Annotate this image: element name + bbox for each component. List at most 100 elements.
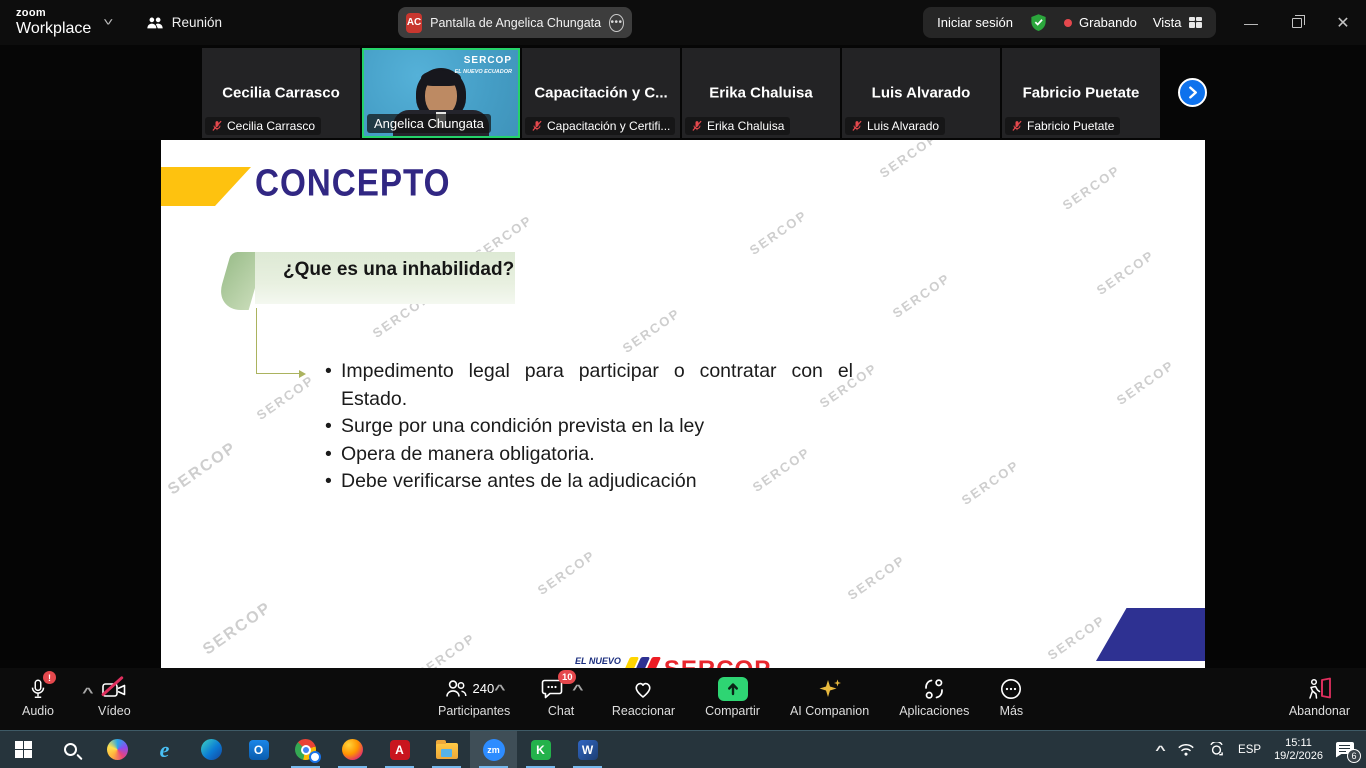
minimize-button[interactable]: — — [1228, 15, 1274, 31]
participant-label: Erika Chaluisa — [707, 119, 784, 133]
participant-name: Cecilia Carrasco — [202, 85, 360, 102]
taskbar-edge[interactable] — [188, 731, 235, 768]
bullet-item: Opera de manera obligatoria. — [341, 441, 853, 469]
taskbar-kaspersky[interactable]: K — [517, 731, 564, 768]
participant-tile[interactable]: Fabricio Puetate Fabricio Puetate — [1002, 48, 1160, 138]
reactions-button[interactable]: Reaccionar — [612, 675, 675, 718]
ai-companion-button[interactable]: AI Companion — [790, 675, 869, 718]
participant-name: Capacitación y C... — [522, 85, 680, 102]
slide-question: ¿Que es una inhabilidad? — [255, 252, 515, 281]
wifi-icon[interactable] — [1177, 742, 1195, 757]
video-button[interactable]: Vídeo — [98, 675, 131, 718]
tab-shared-screen[interactable]: AC Pantalla de Angelica Chungata ••• — [398, 7, 632, 38]
connector-line — [256, 373, 300, 374]
participant-tile[interactable]: Cecilia Carrasco Cecilia Carrasco — [202, 48, 360, 138]
participant-tile[interactable]: Luis Alvarado Luis Alvarado — [842, 48, 1000, 138]
taskbar-search[interactable] — [47, 731, 94, 768]
windows-start-icon — [15, 741, 33, 759]
zoom-app-icon: zm — [483, 739, 505, 761]
taskbar-start[interactable] — [0, 731, 47, 768]
sercop-watermark: SERCOP — [959, 457, 1022, 508]
zoom-meeting-window: zoom Workplace ˅ Reunión AC Pantalla de … — [0, 0, 1366, 768]
audio-chevron-up-icon[interactable]: ^ — [82, 685, 93, 700]
tab-options-icon[interactable]: ••• — [609, 14, 624, 32]
participant-label: Cecilia Carrasco — [227, 119, 315, 133]
taskbar-outlook[interactable]: O — [235, 731, 282, 768]
tab-meeting[interactable]: Reunión — [146, 15, 222, 31]
taskbar-zoom[interactable]: zm — [470, 731, 517, 768]
notification-count-badge: 6 — [1347, 749, 1361, 763]
taskbar-acrobat[interactable]: A — [376, 731, 423, 768]
tray-chevron-up-icon[interactable]: ^ — [1155, 743, 1166, 757]
participant-label-pill: Capacitación y Certifi... — [525, 117, 675, 135]
system-tray: ^ ESP 15:11 19/2/2026 6 — [1157, 731, 1366, 768]
apps-button[interactable]: Aplicaciones — [899, 675, 969, 718]
participant-tile[interactable]: SERCOP EL NUEVO ECUADOR Angelica Chungat… — [362, 48, 520, 138]
apps-label: Aplicaciones — [899, 704, 969, 718]
taskbar-apps: e O Azm KW — [0, 731, 611, 768]
participant-label-pill: Angelica Chungata — [367, 114, 491, 133]
sercop-watermark: SERCOP — [200, 599, 276, 659]
video-brand-subtitle: EL NUEVO ECUADOR — [455, 69, 512, 75]
tiles: Cecilia Carrasco Cecilia Carrasco SERCOP… — [202, 48, 1162, 138]
notification-center-icon[interactable]: 6 — [1336, 742, 1354, 758]
participant-label-pill: Luis Alvarado — [845, 117, 945, 135]
share-screen-icon — [718, 677, 748, 701]
leave-button[interactable]: Abandonar — [1289, 675, 1350, 718]
footer-sercop-logo: SERCOP — [664, 658, 771, 668]
recording-indicator[interactable]: Grabando — [1064, 15, 1137, 30]
chat-button[interactable]: 10 ^ Chat — [540, 675, 582, 718]
ai-companion-label: AI Companion — [790, 704, 869, 718]
language-indicator[interactable]: ESP — [1238, 744, 1261, 756]
participant-label: Luis Alvarado — [867, 119, 939, 133]
blue-corner-shape — [1096, 608, 1205, 661]
close-button[interactable]: ✕ — [1320, 13, 1366, 33]
restore-button[interactable] — [1274, 15, 1320, 31]
audio-button[interactable]: ! Audio ^ — [22, 675, 54, 718]
chat-label: Chat — [548, 704, 574, 718]
muted-mic-icon — [211, 120, 223, 132]
taskbar-firefox[interactable] — [329, 731, 376, 768]
participant-label-pill: Cecilia Carrasco — [205, 117, 321, 135]
participants-label: Participantes — [438, 704, 510, 718]
screen-recorder-icon[interactable] — [1208, 742, 1225, 757]
taskbar-file-explorer[interactable] — [423, 731, 470, 768]
search-icon — [64, 743, 77, 756]
sercop-watermark: SERCOP — [1045, 612, 1108, 663]
muted-mic-icon — [1011, 120, 1023, 132]
title-bar: zoom Workplace ˅ Reunión AC Pantalla de … — [0, 0, 1366, 45]
sercop-watermark: SERCOP — [165, 439, 241, 499]
participants-chevron-up-icon[interactable]: ^ — [494, 682, 505, 697]
sign-in-button[interactable]: Iniciar sesión — [937, 15, 1013, 30]
clock[interactable]: 15:11 19/2/2026 — [1274, 737, 1323, 763]
sercop-watermark: SERCOP — [254, 372, 317, 423]
next-participants-button[interactable] — [1178, 78, 1207, 107]
chrome-icon — [295, 739, 316, 760]
video-strip: Cecilia Carrasco Cecilia Carrasco SERCOP… — [0, 45, 1366, 140]
brand-chevron-down-icon[interactable]: ˅ — [103, 17, 113, 29]
share-screen-button[interactable]: Compartir — [705, 675, 760, 718]
security-shield-icon[interactable] — [1029, 13, 1048, 32]
view-button[interactable]: Vista — [1153, 15, 1202, 30]
meeting-toolbar: ! Audio ^ Vídeo — [0, 668, 1366, 730]
participant-tile[interactable]: Capacitación y C... Capacitación y Certi… — [522, 48, 680, 138]
participant-tile[interactable]: Erika Chaluisa Erika Chaluisa — [682, 48, 840, 138]
chat-chevron-up-icon[interactable]: ^ — [572, 682, 583, 697]
avatar: AC — [406, 13, 422, 33]
participants-button[interactable]: 240 ^ Participantes — [438, 675, 510, 718]
shared-screen-area: SERCOP SERCOP SERCOP SERCOP SERCOP SERCOP SERC… — [0, 140, 1366, 668]
slide-title: CONCEPTO — [255, 162, 450, 205]
taskbar-copilot[interactable] — [94, 731, 141, 768]
acrobat-icon: A — [390, 740, 410, 760]
footer-el-nuevo-label: EL NUEVO — [575, 656, 621, 666]
more-button[interactable]: Más — [999, 675, 1023, 718]
taskbar-internet-explorer[interactable]: e — [141, 731, 188, 768]
taskbar-word[interactable]: W — [564, 731, 611, 768]
muted-mic-icon — [851, 120, 863, 132]
participant-name: Fabricio Puetate — [1002, 85, 1160, 102]
taskbar-chrome[interactable] — [282, 731, 329, 768]
participant-label-pill: Fabricio Puetate — [1005, 117, 1120, 135]
sercop-watermark: SERCOP — [1060, 162, 1123, 213]
heart-icon — [631, 677, 655, 701]
brand-zoom: zoom — [16, 8, 91, 19]
